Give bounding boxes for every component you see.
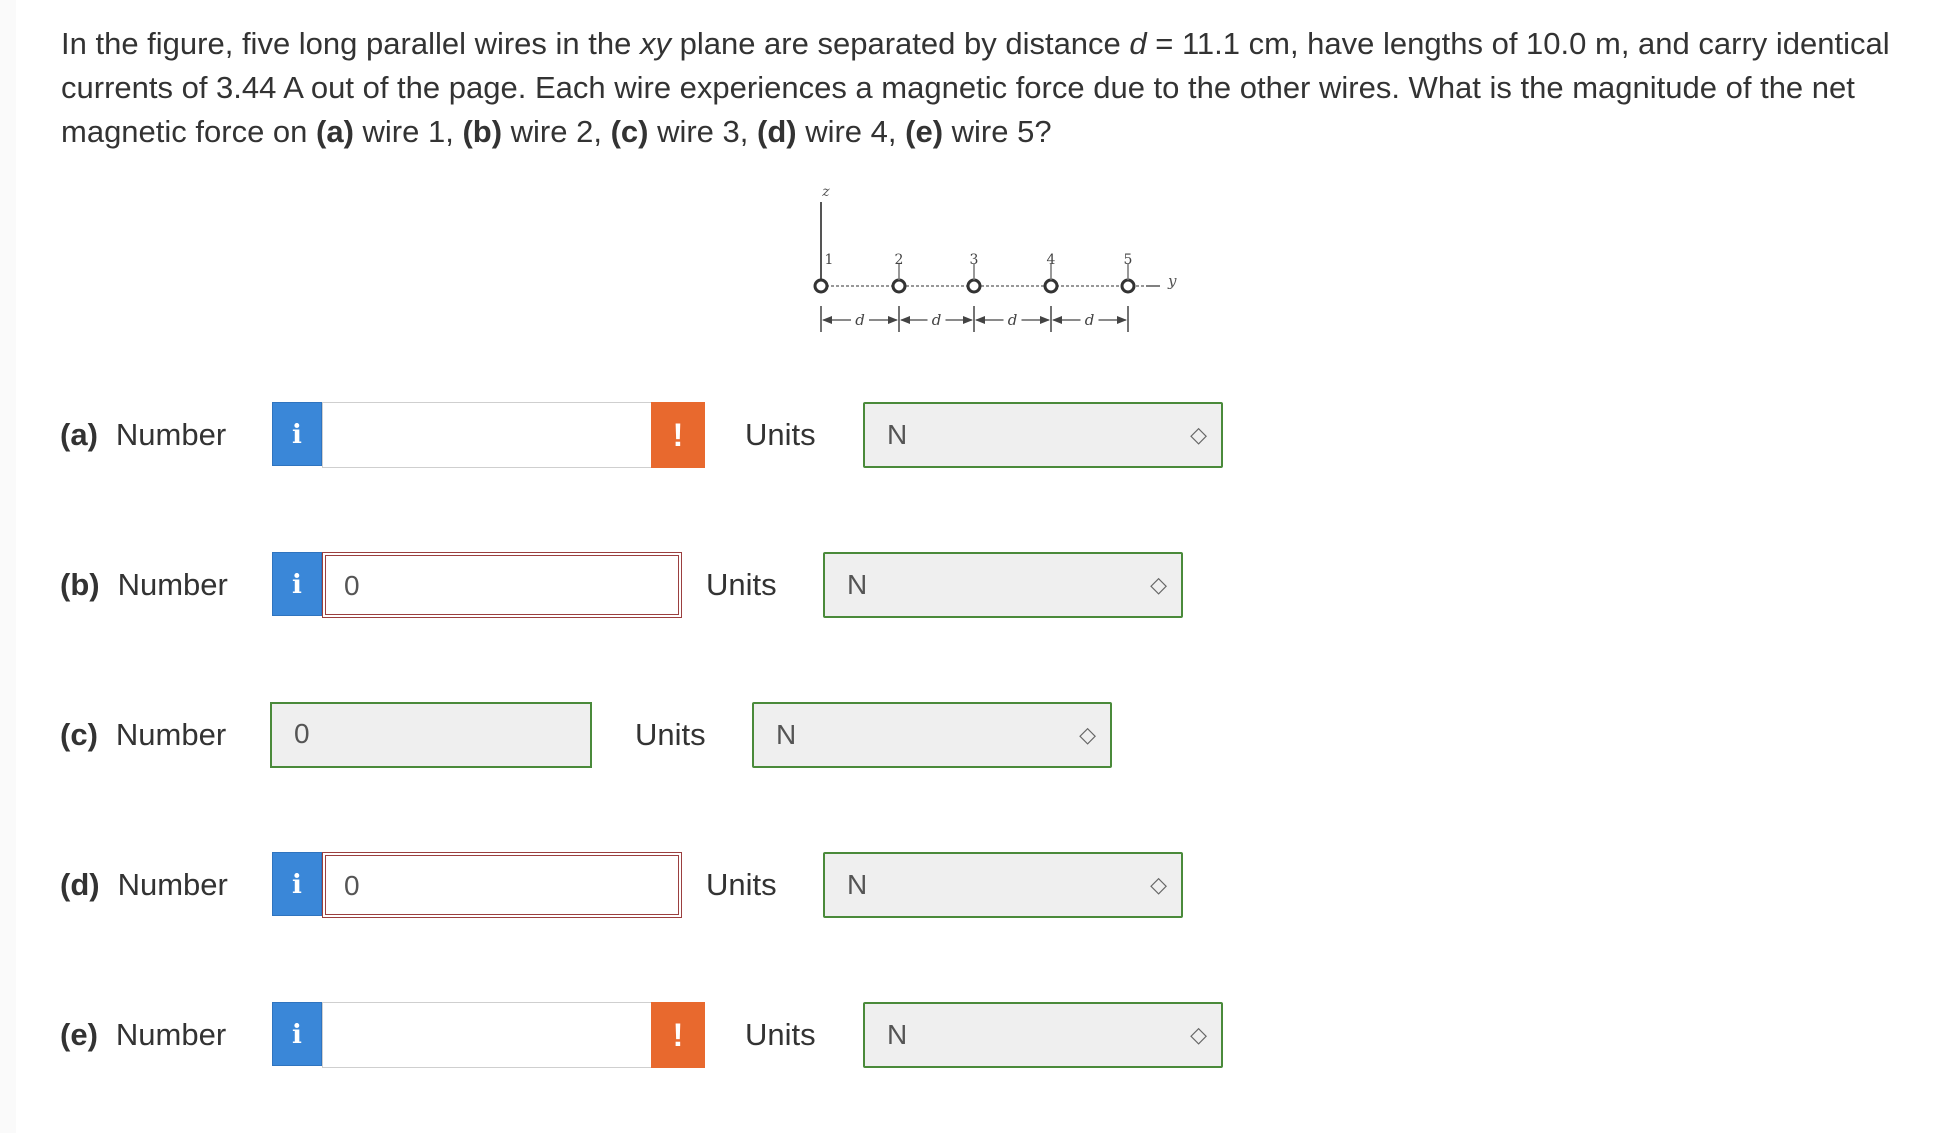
select-chevron-icon: ◇ bbox=[1150, 572, 1167, 597]
units-select[interactable]: N ◇ bbox=[863, 402, 1223, 468]
info-icon[interactable]: i bbox=[272, 852, 322, 916]
info-icon[interactable]: i bbox=[272, 1002, 322, 1066]
wire-1-circle bbox=[813, 278, 829, 294]
units-label: Units bbox=[745, 417, 816, 452]
part-letter: (d) bbox=[60, 867, 100, 902]
units-label: Units bbox=[635, 717, 706, 752]
select-chevron-icon: ◇ bbox=[1079, 722, 1096, 747]
part-letter: (b) bbox=[60, 567, 100, 602]
z-axis-label: z bbox=[821, 184, 830, 200]
part-label: (d) Number bbox=[60, 852, 228, 918]
question-segment: (d) bbox=[757, 114, 797, 149]
part-letter: (e) bbox=[60, 1017, 98, 1052]
part-letter: (c) bbox=[60, 717, 98, 752]
spacing-label: d bbox=[932, 311, 942, 329]
warning-icon[interactable]: ! bbox=[651, 402, 705, 468]
units-value: N bbox=[776, 719, 797, 750]
part-label: (e) Number bbox=[60, 1002, 226, 1068]
part-label: (c) Number bbox=[60, 702, 226, 768]
question-segment: wire 5? bbox=[943, 114, 1052, 149]
number-input[interactable] bbox=[322, 402, 666, 468]
wire-5-circle bbox=[1120, 278, 1136, 294]
answer-row-d: (d) Number i 0 Units N ◇ bbox=[16, 852, 1316, 918]
question-segment: (b) bbox=[462, 114, 503, 149]
spacing-label: d bbox=[855, 311, 865, 329]
number-input[interactable] bbox=[322, 1002, 666, 1068]
answer-row-c: (c) Number 0 Units N ◇ bbox=[16, 702, 1316, 768]
units-value: N bbox=[887, 419, 908, 450]
select-chevron-icon: ◇ bbox=[1150, 872, 1167, 897]
question-segment: (c) bbox=[610, 114, 649, 149]
wire-2-label: 2 bbox=[895, 252, 904, 268]
units-select[interactable]: N ◇ bbox=[823, 852, 1183, 918]
part-kind: Number bbox=[115, 717, 227, 752]
warning-icon[interactable]: ! bbox=[651, 1002, 705, 1068]
question-card: In the figure, five long parallel wires … bbox=[16, 0, 1944, 1133]
part-kind: Number bbox=[117, 867, 228, 902]
select-chevron-icon: ◇ bbox=[1190, 422, 1207, 447]
number-input[interactable]: 0 bbox=[322, 552, 682, 618]
part-label: (a) Number bbox=[60, 402, 226, 468]
units-select[interactable]: N ◇ bbox=[823, 552, 1183, 618]
wire-4-label: 4 bbox=[1047, 252, 1056, 268]
question-segment: wire 3, bbox=[648, 114, 757, 149]
wire-4-circle bbox=[1043, 278, 1059, 294]
units-label: Units bbox=[706, 867, 777, 902]
wire-5-label: 5 bbox=[1124, 252, 1133, 268]
part-kind: Number bbox=[117, 567, 228, 602]
part-kind: Number bbox=[115, 417, 227, 452]
units-value: N bbox=[847, 869, 868, 900]
question-segment: In the figure, five long parallel wires … bbox=[61, 26, 640, 61]
question-segment: wire 1, bbox=[353, 114, 463, 149]
question-segment: wire 2, bbox=[502, 114, 611, 149]
units-value: N bbox=[887, 1019, 908, 1050]
question-segment: plane are separated by distance bbox=[670, 26, 1130, 61]
question-segment: (a) bbox=[316, 114, 354, 149]
wire-3-label: 3 bbox=[970, 252, 979, 268]
info-icon[interactable]: i bbox=[272, 402, 322, 466]
question-segment: wire 4, bbox=[796, 114, 906, 149]
units-select[interactable]: N ◇ bbox=[863, 1002, 1223, 1068]
units-value: N bbox=[847, 569, 868, 600]
question-text: In the figure, five long parallel wires … bbox=[61, 22, 1911, 154]
spacing-label: d bbox=[1085, 311, 1095, 329]
part-letter: (a) bbox=[60, 417, 98, 452]
question-segment: xy bbox=[639, 26, 671, 61]
answer-row-b: (b) Number i 0 Units N ◇ bbox=[16, 552, 1316, 618]
question-segment: d bbox=[1129, 26, 1147, 61]
select-chevron-icon: ◇ bbox=[1190, 1022, 1207, 1047]
y-axis-label: y bbox=[1167, 272, 1177, 290]
info-icon[interactable]: i bbox=[272, 552, 322, 616]
question-segment: (e) bbox=[905, 114, 944, 149]
wire-1-label: 1 bbox=[825, 252, 834, 268]
units-label: Units bbox=[745, 1017, 816, 1052]
wires-figure: z y 1 2 3 4 5 d d d d bbox=[813, 184, 1177, 332]
wire-2-circle bbox=[891, 278, 907, 294]
units-label: Units bbox=[706, 567, 777, 602]
answer-row-a: (a) Number i! Units N ◇ bbox=[16, 402, 1316, 468]
part-label: (b) Number bbox=[60, 552, 228, 618]
number-input: 0 bbox=[270, 702, 592, 768]
wire-3-circle bbox=[966, 278, 982, 294]
spacing-label: d bbox=[1008, 311, 1018, 329]
number-input[interactable]: 0 bbox=[322, 852, 682, 918]
answer-row-e: (e) Number i! Units N ◇ bbox=[16, 1002, 1316, 1068]
part-kind: Number bbox=[115, 1017, 227, 1052]
units-select[interactable]: N ◇ bbox=[752, 702, 1112, 768]
